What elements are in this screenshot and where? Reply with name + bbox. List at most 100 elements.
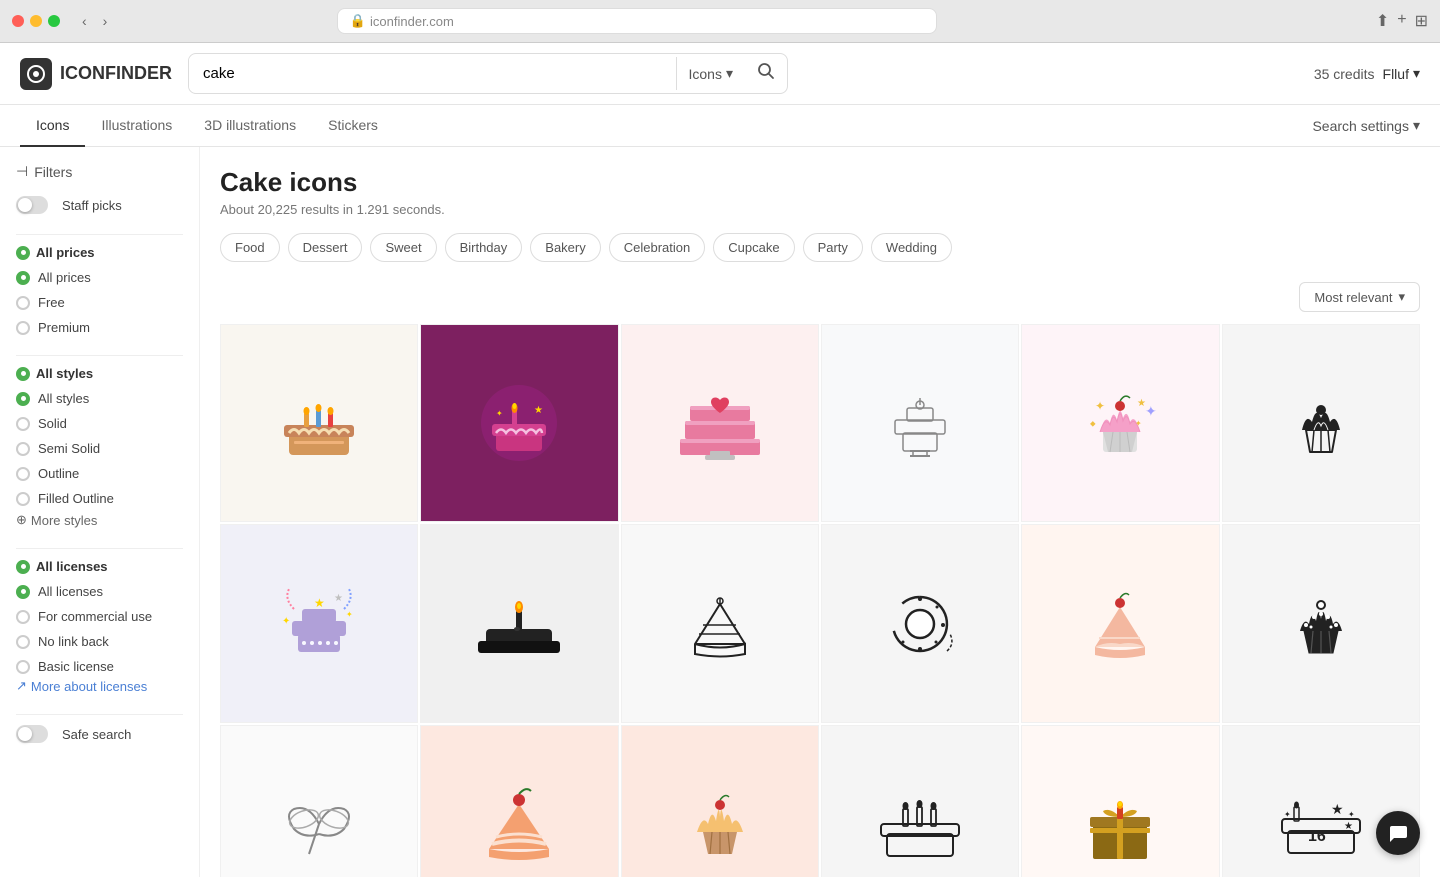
tag-food[interactable]: Food (220, 233, 280, 262)
icon-item[interactable] (1222, 524, 1420, 722)
browser-chrome: ‹ › 🔒 iconfinder.com ⬆ + ⊞ (0, 0, 1440, 43)
tag-dessert[interactable]: Dessert (288, 233, 363, 262)
license-basic[interactable]: Basic license (16, 659, 183, 674)
license-all[interactable]: All licenses (16, 584, 183, 599)
icon-item[interactable] (220, 324, 418, 522)
price-premium[interactable]: Premium (16, 320, 183, 335)
sort-bar: Most relevant ▾ (220, 282, 1420, 312)
tab-illustrations[interactable]: Illustrations (85, 105, 188, 147)
close-button[interactable] (12, 15, 24, 27)
sidebar: ⊣ Filters Staff picks All prices (0, 147, 200, 877)
icon-item[interactable] (621, 524, 819, 722)
icon-grid: ★ ✦ (220, 324, 1420, 877)
back-button[interactable]: ‹ (76, 11, 93, 31)
sort-dropdown[interactable]: Most relevant ▾ (1299, 282, 1420, 312)
radio-dot (16, 660, 30, 674)
tag-birthday[interactable]: Birthday (445, 233, 523, 262)
radio-dot (16, 442, 30, 456)
tab-icons[interactable]: Icons (20, 105, 85, 147)
prices-options: All prices Free Premium (16, 270, 183, 335)
radio-dot (16, 392, 30, 406)
svg-text:✦: ✦ (496, 409, 503, 418)
tag-bakery[interactable]: Bakery (530, 233, 600, 262)
chevron-down-icon: ▾ (1398, 289, 1405, 305)
chat-button[interactable] (1376, 811, 1420, 855)
license-commercial[interactable]: For commercial use (16, 609, 183, 624)
more-licenses-link[interactable]: ↗ More about licenses (16, 678, 183, 694)
icon-item[interactable] (621, 324, 819, 522)
license-no-link[interactable]: No link back (16, 634, 183, 649)
icon-item[interactable] (821, 725, 1019, 877)
search-bar[interactable]: Icons ▾ (188, 53, 788, 94)
maximize-button[interactable] (48, 15, 60, 27)
styles-options: All styles Solid Semi Solid Outline (16, 391, 183, 506)
address-bar[interactable]: 🔒 iconfinder.com (337, 8, 937, 34)
external-link-icon: ↗ (16, 678, 27, 694)
prices-title: All prices (16, 245, 183, 260)
style-all[interactable]: All styles (16, 391, 183, 406)
credits-display: 35 credits (1314, 66, 1375, 82)
more-styles-button[interactable]: ⊕ More styles (16, 512, 183, 528)
svg-text:⬥: ⬥ (1090, 419, 1096, 428)
price-free[interactable]: Free (16, 295, 183, 310)
svg-text:✦: ✦ (1348, 810, 1355, 819)
tab-3d[interactable]: 3D illustrations (188, 105, 312, 147)
svg-text:★: ★ (314, 596, 325, 610)
icon-item[interactable] (821, 324, 1019, 522)
page-title: Cake icons (220, 167, 1420, 198)
tag-wedding[interactable]: Wedding (871, 233, 952, 262)
style-solid[interactable]: Solid (16, 416, 183, 431)
icon-item[interactable] (420, 725, 618, 877)
icon-item[interactable] (1021, 725, 1219, 877)
tag-cupcake[interactable]: Cupcake (713, 233, 794, 262)
icon-item[interactable]: ✦ ★ ✦ ⬥ ✦ (1021, 324, 1219, 522)
search-input[interactable] (189, 57, 676, 90)
icon-item[interactable] (420, 524, 618, 722)
search-type-dropdown[interactable]: Icons ▾ (676, 57, 746, 90)
icon-item[interactable] (821, 524, 1019, 722)
icon-item[interactable] (1222, 324, 1420, 522)
tag-celebration[interactable]: Celebration (609, 233, 706, 262)
logo[interactable]: ICONFINDER (20, 58, 172, 90)
search-settings-button[interactable]: Search settings ▾ (1312, 105, 1420, 146)
icon-item[interactable]: ★ ✦ (420, 324, 618, 522)
minimize-button[interactable] (30, 15, 42, 27)
filters-toggle[interactable]: ⊣ Filters (16, 163, 183, 180)
licenses-options: All licenses For commercial use No link … (16, 584, 183, 674)
share-icon[interactable]: ⬆ (1376, 11, 1389, 31)
style-semi-solid[interactable]: Semi Solid (16, 441, 183, 456)
style-outline[interactable]: Outline (16, 466, 183, 481)
plus-icon: ⊕ (16, 512, 27, 528)
search-type-label: Icons (689, 66, 722, 82)
svg-text:✦: ✦ (282, 616, 290, 627)
radio-dot (16, 296, 30, 310)
user-menu[interactable]: Flluf ▾ (1383, 65, 1420, 82)
logo-text: ICONFINDER (60, 63, 172, 84)
icon-item[interactable] (1021, 524, 1219, 722)
svg-text:★: ★ (1331, 801, 1344, 817)
icon-item[interactable]: 16 ★ ★ ✦ ✦ (1222, 725, 1420, 877)
filter-icon: ⊣ (16, 163, 28, 180)
icon-item[interactable]: ★ ✦ ✦ ★ (220, 524, 418, 722)
search-submit-button[interactable] (745, 54, 787, 93)
main-content: ⊣ Filters Staff picks All prices (0, 147, 1440, 877)
safe-search-toggle[interactable] (16, 725, 48, 743)
chevron-down-icon: ▾ (726, 65, 733, 82)
url-text: iconfinder.com (370, 14, 454, 29)
tab-stickers[interactable]: Stickers (312, 105, 394, 147)
tag-filters: Food Dessert Sweet Birthday Bakery Celeb… (220, 233, 1420, 262)
grid-icon[interactable]: ⊞ (1415, 11, 1428, 31)
icon-item[interactable] (621, 725, 819, 877)
tag-party[interactable]: Party (803, 233, 863, 262)
staff-picks-section: Staff picks (16, 196, 183, 214)
new-tab-icon[interactable]: + (1397, 11, 1406, 31)
svg-text:✦: ✦ (1284, 810, 1291, 819)
style-filled-outline[interactable]: Filled Outline (16, 491, 183, 506)
price-all[interactable]: All prices (16, 270, 183, 285)
tag-sweet[interactable]: Sweet (370, 233, 436, 262)
forward-button[interactable]: › (97, 11, 114, 31)
radio-dot (16, 635, 30, 649)
staff-picks-toggle[interactable] (16, 196, 48, 214)
logo-icon (20, 58, 52, 90)
icon-item[interactable] (220, 725, 418, 877)
